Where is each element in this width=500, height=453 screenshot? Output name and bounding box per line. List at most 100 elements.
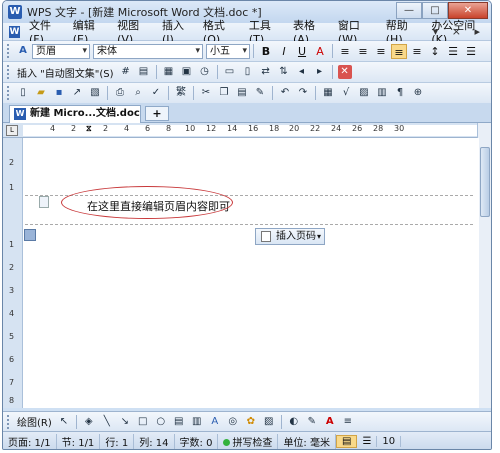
align-center-icon[interactable]: ≡ — [355, 44, 371, 59]
rectangle-icon[interactable]: □ — [136, 415, 150, 429]
line-icon[interactable]: ╲ — [100, 415, 114, 429]
open-folder-icon[interactable]: ▰ — [34, 86, 48, 100]
align-right-icon[interactable]: ≡ — [373, 44, 389, 59]
new-tab-button[interactable]: + — [145, 106, 169, 121]
format-painter-icon[interactable]: ✎ — [253, 86, 267, 100]
status-section: 节: 1/1 — [57, 434, 101, 449]
autoshapes-icon[interactable]: ◈ — [82, 415, 96, 429]
separator — [280, 414, 282, 429]
bold-button[interactable]: B — [258, 44, 274, 59]
vertical-text-box-icon[interactable]: ▥ — [190, 415, 204, 429]
font-color-icon[interactable]: A — [312, 44, 328, 59]
copy-icon[interactable]: ❐ — [217, 86, 231, 100]
wordart-icon[interactable]: A — [208, 415, 222, 429]
ruler-number: 2 — [71, 124, 77, 133]
font-size-select[interactable]: 小五 — [206, 43, 250, 59]
zoom-icon[interactable]: ⊕ — [411, 86, 425, 100]
font-color-icon[interactable]: A — [323, 415, 337, 429]
insert-picture-icon[interactable]: ▨ — [357, 86, 371, 100]
justify-icon[interactable]: ≡ — [391, 43, 407, 59]
columns-icon[interactable]: ▥ — [375, 86, 389, 100]
insert-table-icon[interactable]: ▦ — [321, 86, 335, 100]
formula-icon[interactable]: √ — [339, 86, 353, 100]
print-icon[interactable]: ⎙ — [113, 86, 127, 100]
tab-stop-selector[interactable]: L — [6, 125, 18, 136]
line-spacing-icon[interactable]: ↕ — [427, 44, 443, 59]
select-objects-icon[interactable]: ↖ — [57, 415, 71, 429]
insert-autotext-button[interactable]: 插入 "自动图文集"(S) — [14, 65, 117, 80]
status-spell-check[interactable]: 拼写检查 — [218, 434, 279, 449]
italic-button[interactable]: I — [276, 44, 292, 59]
line-color-icon[interactable]: ✎ — [305, 415, 319, 429]
diagram-icon[interactable]: ◎ — [226, 415, 240, 429]
menu-bar-controls[interactable]: ▾ × ▸ — [433, 25, 485, 38]
insert-date-icon[interactable]: ▣ — [180, 65, 194, 79]
paste-icon[interactable]: ▤ — [235, 86, 249, 100]
fill-color-icon[interactable]: ◐ — [287, 415, 301, 429]
cut-icon[interactable]: ✂ — [199, 86, 213, 100]
indent-marker-icon[interactable]: ⧖ — [86, 124, 92, 134]
align-left-icon[interactable]: ≡ — [337, 44, 353, 59]
underline-button[interactable]: U — [294, 44, 310, 59]
spell-check-icon[interactable]: ✓ — [149, 86, 163, 100]
horizontal-ruler[interactable]: 4 2 ⧖ 2 4 6 8 10 12 14 16 18 20 22 24 26… — [23, 124, 478, 136]
bullets-icon[interactable]: ☰ — [463, 44, 479, 59]
document-tab[interactable]: W 新建 Micro...文档.doc * — [9, 105, 141, 135]
outline-view-icon[interactable]: ☰ — [357, 436, 378, 447]
style-select[interactable]: 页眉 — [32, 43, 90, 59]
switch-header-footer-icon[interactable]: ⇅ — [277, 65, 291, 79]
print-preview-icon[interactable]: ⌕ — [131, 86, 145, 100]
toolbar-grip[interactable] — [7, 414, 10, 429]
show-paragraph-icon[interactable]: ¶ — [393, 86, 407, 100]
redo-icon[interactable]: ↷ — [296, 86, 310, 100]
ruler-number: 4 — [9, 309, 15, 318]
document-canvas[interactable]: 2 1 1 2 3 4 5 6 7 8 在这里直接编辑页眉内容即可 插入页码 — [3, 138, 479, 408]
font-select[interactable]: 宋体 — [93, 43, 203, 59]
format-page-number-icon[interactable]: ▦ — [162, 65, 176, 79]
header-footer-toolbar: 插入 "自动图文集"(S) # ▤ ▦ ▣ ◷ ▭ ▯ ⇄ ⇅ ◂ ▸ ✕ — [3, 62, 491, 83]
toolbar-grip[interactable] — [7, 86, 10, 100]
ruler-number: 8 — [9, 396, 15, 405]
toolbar-grip[interactable] — [7, 44, 10, 58]
page-view-icon[interactable]: ▤ — [336, 435, 358, 448]
close-header-footer-icon[interactable]: ✕ — [337, 65, 352, 79]
text-box-icon[interactable]: ▤ — [172, 415, 186, 429]
export-pdf-icon[interactable]: ▧ — [88, 86, 102, 100]
picture-icon[interactable]: ▨ — [262, 415, 276, 429]
toolbar-grip[interactable] — [7, 65, 10, 79]
new-document-icon[interactable]: ▯ — [16, 86, 30, 100]
clip-art-icon[interactable]: ✿ — [244, 415, 258, 429]
save-icon[interactable]: ▪ — [52, 86, 66, 100]
insert-page-number-button[interactable]: 插入页码 — [255, 228, 325, 245]
distributed-align-icon[interactable]: ≡ — [409, 44, 425, 59]
previous-section-icon[interactable]: ◂ — [295, 65, 309, 79]
ruler-number: 6 — [145, 124, 151, 133]
page-setup-icon[interactable]: ▭ — [223, 65, 237, 79]
show-document-text-icon[interactable]: ▯ — [241, 65, 255, 79]
scrollbar-thumb[interactable] — [480, 147, 490, 217]
separator — [332, 44, 333, 58]
vertical-ruler[interactable]: 2 1 1 2 3 4 5 6 7 8 — [3, 138, 23, 408]
ellipse-icon[interactable]: ○ — [154, 415, 168, 429]
document-menu-icon[interactable]: W — [9, 25, 20, 38]
insert-page-count-icon[interactable]: ▤ — [137, 65, 151, 79]
undo-icon[interactable]: ↶ — [278, 86, 292, 100]
ruler-number: 28 — [373, 124, 384, 133]
line-style-icon[interactable]: ≡ — [341, 415, 355, 429]
insert-time-icon[interactable]: ◷ — [198, 65, 212, 79]
arrow-icon[interactable]: ↘ — [118, 415, 132, 429]
insert-page-number-label: 插入页码 — [276, 231, 316, 242]
numbering-icon[interactable]: ☰ — [445, 44, 461, 59]
next-section-icon[interactable]: ▸ — [313, 65, 327, 79]
same-as-previous-icon[interactable]: ⇄ — [259, 65, 273, 79]
ruler-number: 4 — [124, 124, 130, 133]
status-word-count[interactable]: 字数: 0 — [175, 434, 219, 449]
traditional-chinese-icon[interactable]: 繁 — [174, 86, 188, 100]
status-zoom[interactable]: 10 — [377, 436, 402, 447]
share-icon[interactable]: ↗ — [70, 86, 84, 100]
vertical-scrollbar[interactable] — [477, 123, 491, 408]
insert-page-number-icon[interactable]: # — [119, 65, 133, 79]
drawing-menu-button[interactable]: 绘图(R) — [14, 414, 55, 429]
styles-icon[interactable]: A — [16, 44, 30, 58]
header-marker-icon — [39, 196, 49, 208]
